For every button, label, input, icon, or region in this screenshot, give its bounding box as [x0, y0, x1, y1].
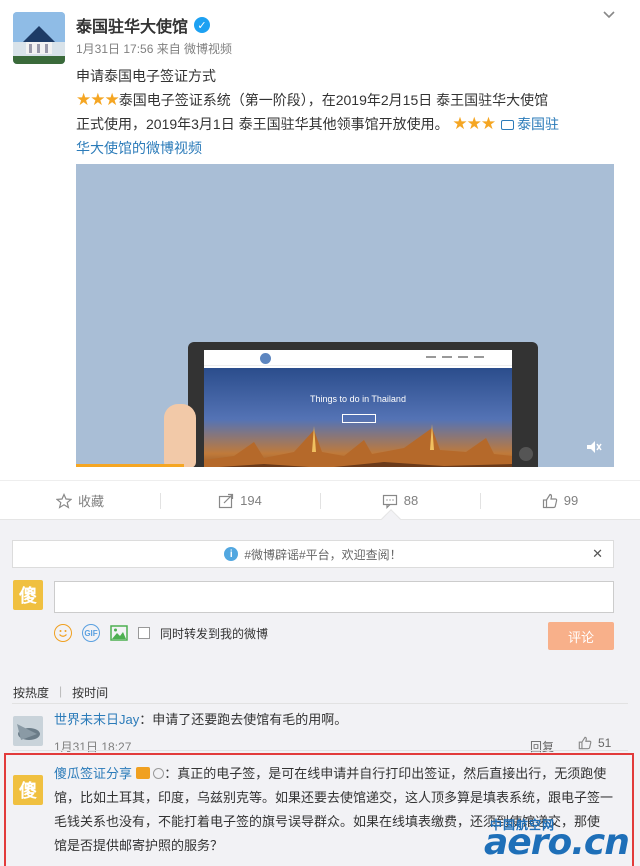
thumbs-up-icon [578, 736, 592, 750]
hand-illustration [164, 404, 196, 467]
star-outline-icon [55, 492, 72, 509]
my-avatar[interactable]: 傻 [13, 580, 43, 610]
comment-like-count: 51 [598, 736, 612, 750]
weibo-post: 泰国驻华大使馆 ✓ 1月31日 17:56 来自 微博视频 申请泰国电子签证方式… [0, 0, 640, 480]
comment-tools: GIF 同时转发到我的微博 [54, 624, 268, 642]
comment-count: 88 [403, 493, 419, 508]
close-icon[interactable]: ✕ [592, 546, 603, 562]
comment-icon [382, 494, 397, 509]
post-title: 申请泰国电子签证方式 [76, 68, 216, 84]
chevron-down-icon[interactable] [602, 8, 616, 22]
mute-icon[interactable] [586, 439, 602, 455]
author-name[interactable]: 泰国驻华大使馆 [76, 13, 188, 37]
star-icon: ★★★ [448, 114, 496, 133]
image-icon[interactable] [110, 625, 128, 641]
author-avatar[interactable] [13, 12, 65, 64]
comment-button[interactable]: 88 [320, 481, 480, 520]
comment-text: ：申请了还要跑去使馆有毛的用啊。 [139, 712, 348, 727]
post-meta: 1月31日 17:56 来自 微博视频 [76, 42, 233, 56]
thumbs-up-icon [542, 493, 557, 508]
like-count: 99 [563, 493, 579, 508]
site-hero: Things to do in Thailand [204, 368, 512, 467]
like-button[interactable]: 99 [480, 481, 640, 520]
favorite-label: 收藏 [77, 494, 104, 509]
post-body: ★★★泰国电子签证系统（第一阶段），在2019年2月15日 泰王国驻华大使馆 正… [76, 88, 624, 160]
comment-like-button[interactable]: 51 [578, 736, 611, 750]
star-icon: ★★★ [76, 90, 120, 109]
sync-repost-checkbox[interactable] [138, 627, 150, 639]
commenter-avatar[interactable] [13, 716, 43, 746]
commenter-name[interactable]: 世界未末日Jay [54, 712, 139, 727]
temple-illustration [204, 424, 512, 467]
comment-input[interactable] [54, 581, 614, 613]
watermark-top: 中国航空网 [490, 818, 556, 832]
verified-icon: ✓ [194, 17, 211, 33]
repost-icon [219, 493, 234, 508]
scrub-handle[interactable] [519, 447, 533, 461]
post-author: 泰国驻华大使馆 ✓ [76, 13, 211, 37]
video-link-icon [501, 120, 515, 130]
rumor-notice: i #微博辟谣#平台，欢迎查阅！ ✕ [12, 540, 614, 568]
nav-links-icon [426, 356, 484, 358]
favorite-button[interactable]: 收藏 [0, 481, 160, 520]
action-bar: 收藏 194 88 99 [0, 480, 640, 520]
repost-button[interactable]: 194 [160, 481, 320, 520]
post-text-line1: 泰国电子签证系统（第一阶段），在2019年2月15日 泰王国驻华大使馆 [118, 92, 549, 108]
video-link[interactable]: 泰国驻 [517, 116, 559, 132]
divider [12, 703, 628, 704]
sort-by-hot[interactable]: 按热度 [13, 684, 49, 701]
sort-tabs: 按热度 | 按时间 [13, 684, 108, 701]
sort-separator: | [59, 684, 63, 698]
submit-comment-button[interactable]: 评论 [548, 622, 614, 650]
gif-icon[interactable]: GIF [82, 624, 100, 642]
repost-count: 194 [240, 493, 262, 508]
laptop-frame: Things to do in Thailand [188, 342, 538, 467]
rumor-notice-text[interactable]: #微博辟谣#平台，欢迎查阅！ [244, 546, 401, 563]
watermark-logo: aero.cn 中国航空网 [470, 808, 640, 866]
video-player[interactable]: Things to do in Thailand [76, 164, 614, 467]
divider [12, 750, 628, 751]
video-link-cont[interactable]: 华大使馆的微博视频 [76, 140, 202, 156]
post-text-line2: 正式使用，2019年3月1日 泰王国驻华其他领事馆开放使用。 [76, 116, 449, 132]
site-navbar [204, 350, 512, 366]
sort-by-time[interactable]: 按时间 [72, 684, 108, 701]
sync-repost-label: 同时转发到我的微博 [160, 626, 269, 641]
info-icon: i [224, 547, 239, 561]
hero-text: Things to do in Thailand [310, 394, 406, 404]
emoji-icon[interactable] [54, 624, 72, 642]
laptop-screen: Things to do in Thailand [204, 350, 512, 467]
comment-body: 世界未末日Jay：申请了还要跑去使馆有毛的用啊。 [54, 708, 347, 732]
video-progress[interactable] [76, 464, 184, 467]
